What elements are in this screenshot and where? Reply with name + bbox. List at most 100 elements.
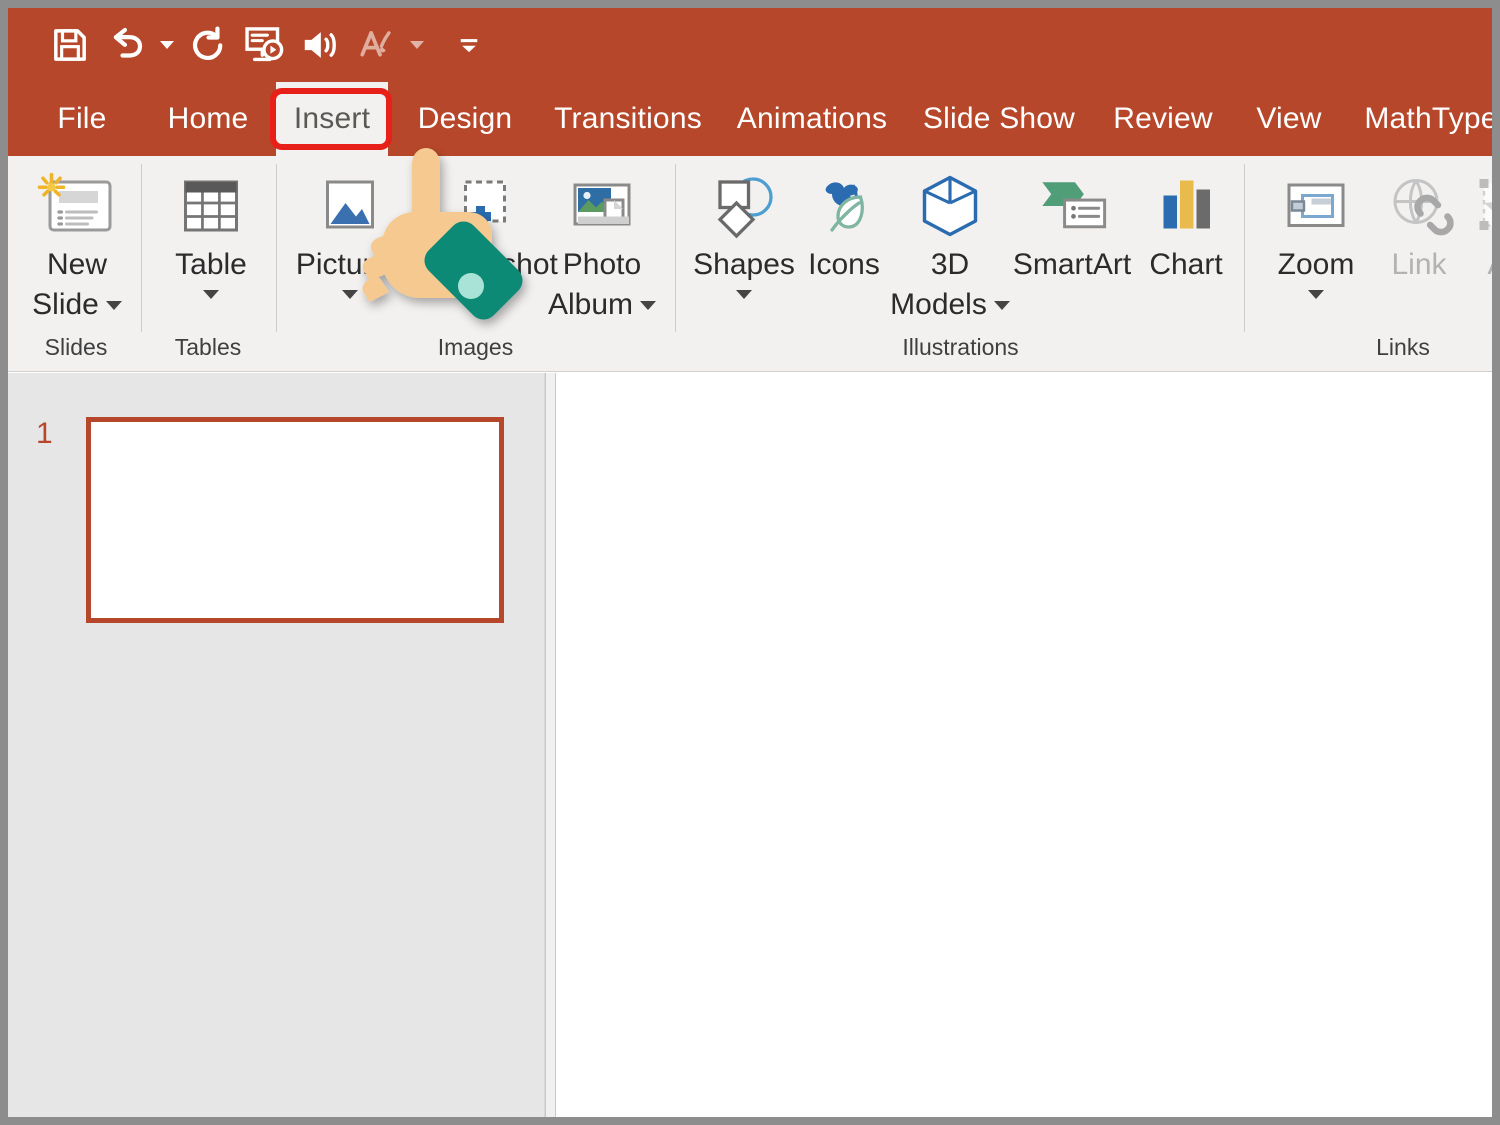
shapes-button[interactable]: Shapes — [683, 164, 805, 299]
3d-models-label-line1: 3D — [931, 248, 969, 282]
tab-design[interactable]: Design — [400, 82, 530, 156]
action-label: Ac — [1487, 248, 1492, 282]
3d-models-label-line2: Models — [890, 288, 987, 322]
text-effects-icon — [348, 17, 404, 73]
group-label-links: Links — [1253, 334, 1492, 361]
smartart-icon — [1029, 164, 1115, 242]
icons-icon — [806, 164, 882, 242]
ribbon-tab-strip: File Home Insert Design Transitions Anim… — [8, 82, 1492, 156]
new-slide-label-line1: New — [47, 248, 107, 282]
photo-album-chevron-down-icon[interactable] — [640, 301, 656, 310]
tab-insert[interactable]: Insert — [276, 82, 388, 156]
table-icon — [172, 164, 250, 242]
table-label: Table — [175, 248, 247, 282]
chart-label: Chart — [1149, 248, 1222, 282]
title-bar — [8, 8, 1492, 82]
zoom-button[interactable]: Zoom — [1256, 164, 1376, 299]
table-button[interactable]: Table — [152, 164, 270, 299]
screenshot-icon — [444, 164, 520, 242]
link-label: Link — [1391, 248, 1446, 282]
tab-review-label: Review — [1113, 102, 1213, 136]
chart-icon — [1151, 164, 1221, 242]
icons-label: Icons — [808, 248, 880, 282]
new-slide-button[interactable]: New Slide — [18, 164, 136, 322]
tab-view-label: View — [1256, 102, 1321, 136]
icons-button[interactable]: Icons — [792, 164, 896, 282]
tab-slide-show[interactable]: Slide Show — [914, 82, 1084, 156]
tab-design-label: Design — [418, 102, 513, 136]
pictures-icon — [312, 164, 388, 242]
tab-transitions[interactable]: Transitions — [542, 82, 714, 156]
text-effects-dropdown-chevron-down-icon[interactable] — [404, 17, 430, 73]
slide-number-1: 1 — [36, 417, 53, 451]
group-separator-images — [675, 164, 676, 332]
tab-home[interactable]: Home — [148, 82, 268, 156]
save-icon[interactable] — [42, 17, 98, 73]
new-slide-chevron-down-icon[interactable] — [106, 301, 122, 310]
tab-transitions-label: Transitions — [554, 102, 702, 136]
zoom-chevron-down-icon[interactable] — [1308, 290, 1324, 299]
pictures-button[interactable]: Pictures — [286, 164, 414, 299]
tab-mathtype[interactable]: MathType — [1350, 82, 1492, 156]
pane-splitter[interactable] — [545, 373, 556, 1117]
quick-access-toolbar — [42, 16, 482, 74]
screenshot-chevron-down-icon[interactable] — [474, 290, 490, 299]
photo-album-label-line2: Album — [548, 288, 633, 322]
screenshot-label: Screenshot — [406, 248, 558, 282]
table-chevron-down-icon[interactable] — [203, 290, 219, 299]
ribbon-insert-tab: New Slide Table — [8, 156, 1492, 372]
group-label-tables: Tables — [148, 334, 268, 361]
slide-thumbnail-pane[interactable]: 1 — [8, 373, 545, 1117]
start-slideshow-icon[interactable] — [236, 17, 292, 73]
photo-album-icon — [560, 164, 644, 242]
tab-review[interactable]: Review — [1098, 82, 1228, 156]
group-label-illustrations: Illustrations — [683, 334, 1238, 361]
new-slide-icon — [35, 164, 119, 242]
zoom-label: Zoom — [1278, 248, 1355, 282]
group-separator-slides — [141, 164, 142, 332]
action-button: Ac — [1460, 164, 1492, 282]
group-label-slides: Slides — [16, 334, 136, 361]
group-label-images: Images — [283, 334, 668, 361]
customize-quick-access-toolbar-icon[interactable] — [456, 17, 482, 73]
chart-button[interactable]: Chart — [1130, 164, 1242, 282]
powerpoint-window: File Home Insert Design Transitions Anim… — [8, 8, 1492, 1117]
group-separator-tables — [276, 164, 277, 332]
tab-file[interactable]: File — [42, 82, 122, 156]
tab-file-label: File — [57, 102, 106, 136]
tab-view[interactable]: View — [1242, 82, 1336, 156]
link-button: Link — [1366, 164, 1472, 282]
undo-icon[interactable] — [98, 17, 154, 73]
3d-models-chevron-down-icon[interactable] — [994, 301, 1010, 310]
pictures-chevron-down-icon[interactable] — [342, 290, 358, 299]
redo-icon[interactable] — [180, 17, 236, 73]
slide-thumbnail-1-title — [91, 422, 92, 423]
screenshot-button[interactable]: Screenshot — [408, 164, 556, 299]
3d-models-button[interactable]: 3D Models — [886, 164, 1014, 322]
shapes-chevron-down-icon[interactable] — [736, 290, 752, 299]
tab-slide-show-label: Slide Show — [923, 102, 1075, 136]
tab-insert-label: Insert — [294, 102, 370, 136]
photo-album-button[interactable]: Photo Album — [538, 164, 666, 322]
group-separator-illustrations — [1244, 164, 1245, 332]
tab-animations[interactable]: Animations — [726, 82, 898, 156]
workspace: 1 — [8, 373, 1492, 1117]
new-slide-label-line2: Slide — [32, 288, 99, 322]
slide-editing-canvas[interactable] — [556, 373, 1492, 1117]
speaker-icon[interactable] — [292, 17, 348, 73]
shapes-icon — [703, 164, 785, 242]
link-icon — [1379, 164, 1459, 242]
action-icon — [1469, 164, 1492, 242]
tab-home-label: Home — [168, 102, 249, 136]
photo-album-label-line1: Photo — [563, 248, 641, 282]
zoom-icon — [1275, 164, 1357, 242]
undo-dropdown-chevron-down-icon[interactable] — [154, 17, 180, 73]
smartart-label: SmartArt — [1013, 248, 1131, 282]
tab-animations-label: Animations — [737, 102, 887, 136]
slide-canvas-content — [556, 373, 557, 374]
shapes-label: Shapes — [693, 248, 795, 282]
3d-model-icon — [910, 164, 990, 242]
smartart-button[interactable]: SmartArt — [1000, 164, 1144, 282]
tab-mathtype-label: MathType — [1364, 102, 1492, 136]
slide-thumbnail-1[interactable] — [86, 417, 504, 623]
